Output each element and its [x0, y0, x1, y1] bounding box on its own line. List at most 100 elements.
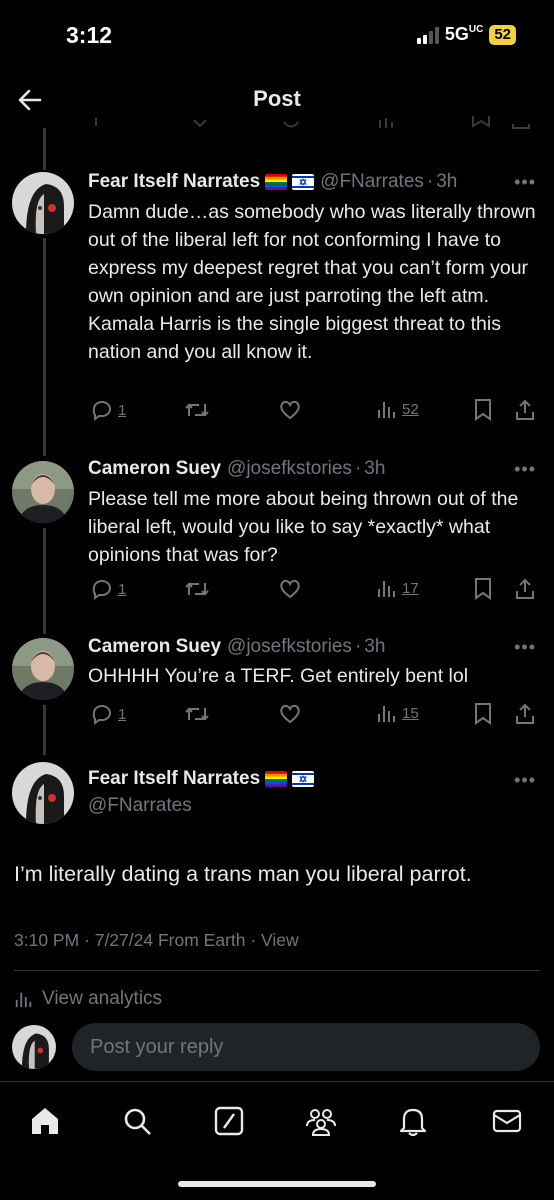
author-name[interactable]: Cameron Suey	[88, 636, 221, 658]
action-row: 1 15	[88, 702, 538, 730]
status-indicators: 5GUC 52	[416, 24, 516, 45]
bookmark-icon[interactable]	[472, 398, 494, 422]
communities-icon[interactable]	[304, 1104, 338, 1138]
reply-count: 1	[118, 705, 127, 723]
author-name[interactable]: Cameron Suey	[88, 458, 221, 480]
action-row: 1 17	[88, 577, 538, 605]
israel-flag-icon	[292, 771, 315, 787]
retweet-button[interactable]	[184, 577, 210, 601]
separator-dot: ·	[354, 636, 362, 657]
analytics-label: View analytics	[42, 988, 163, 1009]
main-post-text: I’m literally dating a trans man you lib…	[14, 862, 472, 886]
views-button[interactable]: 15	[376, 702, 419, 724]
reply-button[interactable]: 1	[90, 577, 126, 601]
rainbow-flag-icon	[265, 174, 288, 190]
more-icon[interactable]: •••	[514, 770, 536, 791]
avatar[interactable]	[12, 172, 74, 234]
views-icon	[15, 992, 32, 1008]
rainbow-flag-icon	[265, 771, 288, 787]
post-meta[interactable]: 3:10 PM · 7/27/24 From Earth · View	[14, 930, 299, 951]
author-handle[interactable]: @josefkstories	[227, 458, 352, 480]
page-title: Post	[253, 86, 301, 111]
tweet-header: Cameron Suey @josefkstories · 3h	[88, 636, 385, 658]
bookmark-icon[interactable]	[472, 702, 494, 726]
retweet-icon	[185, 707, 209, 721]
reply-icon	[92, 401, 111, 421]
retweet-icon	[185, 403, 209, 417]
divider	[14, 970, 540, 971]
reply-icon	[92, 705, 111, 725]
views-icon	[378, 706, 395, 722]
views-count: 52	[402, 400, 419, 418]
reply-count: 1	[118, 580, 127, 598]
views-icon	[378, 402, 395, 418]
bookmark-icon[interactable]	[472, 577, 494, 601]
like-icon	[280, 400, 300, 420]
reply-button[interactable]: 1	[90, 702, 126, 726]
like-icon	[280, 579, 300, 599]
views-icon	[378, 581, 395, 597]
views-button[interactable]: 52	[376, 398, 419, 420]
share-icon[interactable]	[513, 398, 537, 422]
main-post-handle-row: @FNarrates	[88, 795, 192, 817]
post-time[interactable]: 3h	[364, 636, 385, 658]
views-count: 15	[402, 704, 419, 722]
thread-line	[43, 238, 46, 456]
tweet-text: Please tell me more about being thrown o…	[88, 488, 519, 566]
like-button[interactable]	[278, 577, 302, 601]
views-count: 17	[402, 579, 419, 597]
thread-line	[43, 128, 46, 170]
author-name[interactable]: Fear Itself Narrates	[88, 171, 260, 193]
tweet-header: Cameron Suey @josefkstories · 3h	[88, 458, 385, 480]
reply-input[interactable]	[72, 1023, 540, 1071]
author-handle[interactable]: @FNarrates	[88, 795, 192, 817]
search-icon[interactable]	[120, 1104, 154, 1138]
network-type: 5GUC	[444, 24, 484, 44]
thread-line	[43, 705, 46, 755]
home-indicator	[178, 1181, 376, 1187]
status-bar: 3:12 5GUC 52	[0, 0, 554, 72]
author-handle[interactable]: @josefkstories	[227, 636, 352, 658]
post-time[interactable]: 3h	[364, 458, 385, 480]
more-icon[interactable]: •••	[514, 637, 536, 658]
scrolled-action-row	[95, 116, 530, 129]
reply-count: 1	[118, 401, 127, 419]
avatar[interactable]	[12, 762, 74, 824]
main-post-header: Fear Itself Narrates	[88, 768, 315, 790]
retweet-button[interactable]	[184, 702, 210, 726]
separator-dot: ·	[354, 458, 362, 479]
tweet-text: OHHHH You’re a TERF. Get entirely bent l…	[88, 665, 469, 687]
more-icon[interactable]: •••	[514, 459, 536, 480]
more-icon[interactable]: •••	[514, 172, 536, 193]
avatar[interactable]	[12, 461, 74, 523]
author-name[interactable]: Fear Itself Narrates	[88, 768, 260, 790]
view-analytics-link[interactable]: View analytics	[14, 988, 162, 1010]
views-button[interactable]: 17	[376, 577, 419, 599]
share-icon[interactable]	[513, 577, 537, 601]
reply-bar	[0, 1015, 554, 1081]
action-row: 1 52	[88, 398, 538, 426]
reply-button[interactable]: 1	[90, 398, 126, 422]
thread-line	[43, 528, 46, 634]
tweet-text: Damn dude…as somebody who was literally …	[88, 201, 536, 363]
signal-icon	[416, 26, 439, 44]
separator-dot: ·	[426, 171, 434, 192]
share-icon[interactable]	[513, 702, 537, 726]
like-icon	[280, 704, 300, 724]
notifications-icon[interactable]	[396, 1104, 430, 1138]
battery-level: 52	[489, 24, 516, 45]
avatar[interactable]	[12, 638, 74, 700]
tweet-header: Fear Itself Narrates @FNarrates · 3h	[88, 171, 457, 193]
grok-icon[interactable]	[212, 1104, 246, 1138]
status-time: 3:12	[66, 22, 113, 48]
like-button[interactable]	[278, 398, 302, 422]
retweet-icon	[185, 582, 209, 596]
author-handle[interactable]: @FNarrates	[320, 171, 424, 193]
like-button[interactable]	[278, 702, 302, 726]
reply-icon	[92, 580, 111, 600]
post-time[interactable]: 3h	[436, 171, 457, 193]
messages-icon[interactable]	[490, 1104, 524, 1138]
home-icon[interactable]	[28, 1104, 62, 1138]
retweet-button[interactable]	[184, 398, 210, 422]
israel-flag-icon	[292, 174, 315, 190]
